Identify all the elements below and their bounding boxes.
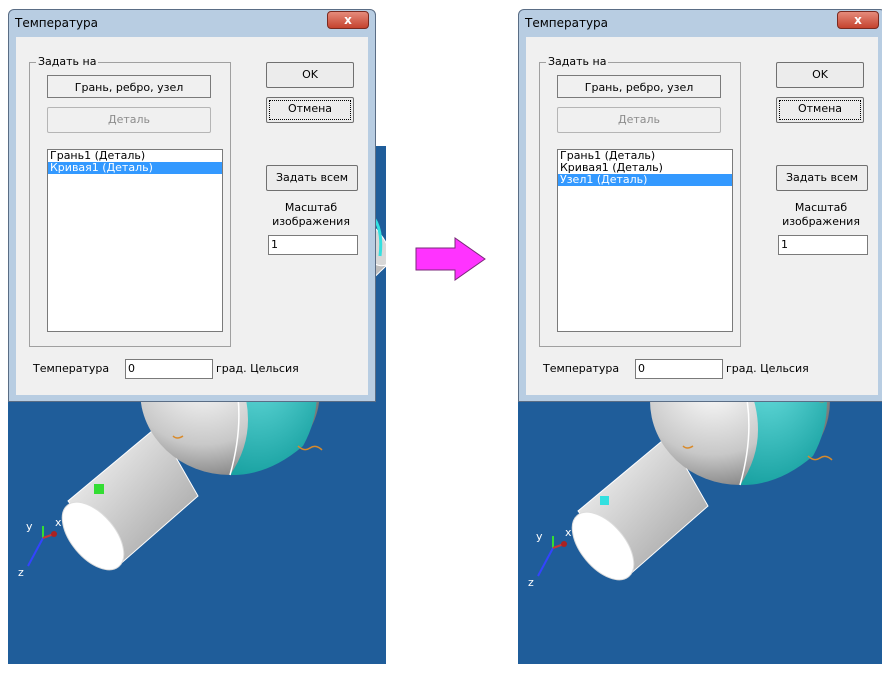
set-all-button[interactable]: Задать всем (266, 165, 358, 191)
scale-input[interactable]: 1 (778, 235, 868, 255)
list-item-selected[interactable]: Кривая1 (Деталь) (48, 162, 222, 174)
group-label: Задать на (546, 55, 609, 68)
dialog-client: Задать на Грань, ребро, узел Деталь Гран… (16, 37, 368, 395)
close-icon: x (344, 13, 352, 27)
unit-label: град. Цельсия (726, 362, 809, 375)
axis-y-label: y (536, 530, 543, 543)
selection-list[interactable]: Грань1 (Деталь) Кривая1 (Деталь) Узел1 (… (557, 149, 733, 332)
axis-y-label: y (26, 520, 33, 533)
ok-button[interactable]: OK (776, 62, 864, 88)
axis-z-label: z (528, 576, 534, 589)
right-panel: y x z Температура x Задать на Грань, реб… (518, 9, 882, 664)
dialog-client: Задать на Грань, ребро, узел Деталь Гран… (526, 37, 878, 395)
scale-label: Масштаб изображения (261, 201, 361, 229)
unit-label: град. Цельсия (216, 362, 299, 375)
cancel-button[interactable]: Отмена (776, 97, 864, 123)
scale-label-line1: Масштаб (794, 201, 848, 214)
close-icon: x (854, 13, 862, 27)
title-bar[interactable]: Температура x (519, 10, 882, 36)
axis-x-label: x (55, 516, 62, 529)
ok-button[interactable]: OK (266, 62, 354, 88)
temperature-input[interactable]: 0 (125, 359, 213, 379)
temperature-dialog: Температура x Задать на Грань, ребро, уз… (518, 9, 882, 402)
cancel-button[interactable]: Отмена (266, 97, 354, 123)
detail-button[interactable]: Деталь (557, 107, 721, 133)
temperature-label: Температура (543, 362, 620, 375)
close-button[interactable]: x (327, 11, 369, 29)
left-panel: y x z Температура x Задать на Грань, реб… (8, 9, 386, 664)
scale-label-line1: Масштаб (284, 201, 338, 214)
scale-label-line2: изображения (782, 215, 860, 228)
close-button[interactable]: x (837, 11, 879, 29)
axis-x-label: x (565, 526, 572, 539)
dialog-title: Температура (525, 16, 609, 30)
list-item-selected[interactable]: Узел1 (Деталь) (558, 174, 732, 186)
right-arrow-icon (415, 237, 486, 281)
axis-z-label: z (18, 566, 24, 579)
node-highlight (600, 496, 609, 505)
mode-selector[interactable]: Грань, ребро, узел (557, 75, 721, 98)
group-label: Задать на (36, 55, 99, 68)
temperature-input[interactable]: 0 (635, 359, 723, 379)
detail-button[interactable]: Деталь (47, 107, 211, 133)
title-bar[interactable]: Температура x (9, 10, 375, 36)
temperature-dialog: Температура x Задать на Грань, ребро, уз… (8, 9, 376, 402)
scale-input[interactable]: 1 (268, 235, 358, 255)
scale-label-line2: изображения (272, 215, 350, 228)
set-all-button[interactable]: Задать всем (776, 165, 868, 191)
selection-list[interactable]: Грань1 (Деталь) Кривая1 (Деталь) (47, 149, 223, 332)
mode-selector[interactable]: Грань, ребро, узел (47, 75, 211, 98)
edge-highlight (94, 484, 104, 494)
dialog-title: Температура (15, 16, 99, 30)
scale-label: Масштаб изображения (771, 201, 871, 229)
temperature-label: Температура (33, 362, 110, 375)
